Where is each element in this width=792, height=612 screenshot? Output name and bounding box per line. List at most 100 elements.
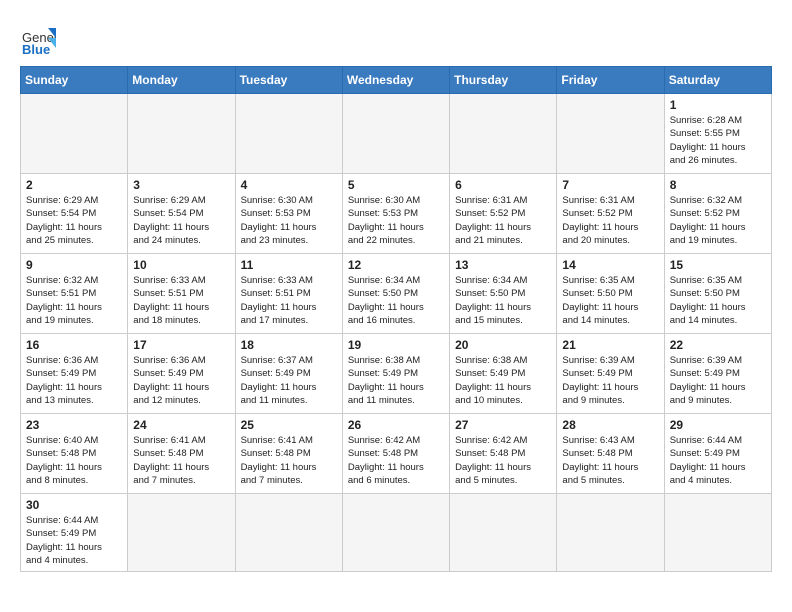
calendar-cell: 22 Sunrise: 6:39 AM Sunset: 5:49 PM Dayli… xyxy=(664,334,771,414)
calendar-cell: 15 Sunrise: 6:35 AM Sunset: 5:50 PM Dayli… xyxy=(664,254,771,334)
day-number: 25 xyxy=(241,418,337,432)
cell-info: Sunrise: 6:39 AM Sunset: 5:49 PM Dayligh… xyxy=(670,354,766,407)
day-number: 29 xyxy=(670,418,766,432)
day-number: 7 xyxy=(562,178,658,192)
calendar-cell: 11 Sunrise: 6:33 AM Sunset: 5:51 PM Dayli… xyxy=(235,254,342,334)
day-number: 15 xyxy=(670,258,766,272)
calendar-cell xyxy=(342,94,449,174)
day-number: 3 xyxy=(133,178,229,192)
cell-info: Sunrise: 6:37 AM Sunset: 5:49 PM Dayligh… xyxy=(241,354,337,407)
day-number: 11 xyxy=(241,258,337,272)
calendar-cell xyxy=(342,494,449,572)
calendar-cell: 27Sunrise: 6:42 AM Sunset: 5:48 PM Dayli… xyxy=(450,414,557,494)
calendar-cell: 25 Sunrise: 6:41 AM Sunset: 5:48 PM Dayli… xyxy=(235,414,342,494)
calendar-cell: 23Sunrise: 6:40 AM Sunset: 5:48 PM Dayli… xyxy=(21,414,128,494)
cell-info: Sunrise: 6:31 AM Sunset: 5:52 PM Dayligh… xyxy=(455,194,551,247)
week-row-5: 30 Sunrise: 6:44 AM Sunset: 5:49 PM Dayli… xyxy=(21,494,772,572)
cell-info: Sunrise: 6:44 AM Sunset: 5:49 PM Dayligh… xyxy=(670,434,766,487)
cell-info: Sunrise: 6:41 AM Sunset: 5:48 PM Dayligh… xyxy=(241,434,337,487)
day-header-thursday: Thursday xyxy=(450,67,557,94)
calendar-cell: 26Sunrise: 6:42 AM Sunset: 5:48 PM Dayli… xyxy=(342,414,449,494)
cell-info: Sunrise: 6:34 AM Sunset: 5:50 PM Dayligh… xyxy=(348,274,444,327)
day-number: 5 xyxy=(348,178,444,192)
cell-info: Sunrise: 6:32 AM Sunset: 5:52 PM Dayligh… xyxy=(670,194,766,247)
calendar-cell: 17 Sunrise: 6:36 AM Sunset: 5:49 PM Dayli… xyxy=(128,334,235,414)
calendar-header: SundayMondayTuesdayWednesdayThursdayFrid… xyxy=(21,67,772,94)
cell-info: Sunrise: 6:33 AM Sunset: 5:51 PM Dayligh… xyxy=(241,274,337,327)
cell-info: Sunrise: 6:30 AM Sunset: 5:53 PM Dayligh… xyxy=(241,194,337,247)
cell-info: Sunrise: 6:29 AM Sunset: 5:54 PM Dayligh… xyxy=(26,194,122,247)
cell-info: Sunrise: 6:34 AM Sunset: 5:50 PM Dayligh… xyxy=(455,274,551,327)
calendar-cell: 12 Sunrise: 6:34 AM Sunset: 5:50 PM Dayli… xyxy=(342,254,449,334)
calendar-body: 1 Sunrise: 6:28 AM Sunset: 5:55 PM Daylig… xyxy=(21,94,772,572)
header-row: SundayMondayTuesdayWednesdayThursdayFrid… xyxy=(21,67,772,94)
calendar-cell: 13 Sunrise: 6:34 AM Sunset: 5:50 PM Dayli… xyxy=(450,254,557,334)
day-number: 12 xyxy=(348,258,444,272)
page-header: General Blue xyxy=(20,20,772,56)
logo: General Blue xyxy=(20,20,62,56)
cell-info: Sunrise: 6:29 AM Sunset: 5:54 PM Dayligh… xyxy=(133,194,229,247)
day-number: 2 xyxy=(26,178,122,192)
day-number: 1 xyxy=(670,98,766,112)
cell-info: Sunrise: 6:28 AM Sunset: 5:55 PM Dayligh… xyxy=(670,114,766,167)
calendar-cell xyxy=(235,94,342,174)
day-number: 6 xyxy=(455,178,551,192)
calendar-cell: 1 Sunrise: 6:28 AM Sunset: 5:55 PM Daylig… xyxy=(664,94,771,174)
week-row-1: 2 Sunrise: 6:29 AM Sunset: 5:54 PM Daylig… xyxy=(21,174,772,254)
calendar-cell xyxy=(557,94,664,174)
calendar-cell: 3 Sunrise: 6:29 AM Sunset: 5:54 PM Daylig… xyxy=(128,174,235,254)
cell-info: Sunrise: 6:36 AM Sunset: 5:49 PM Dayligh… xyxy=(133,354,229,407)
day-number: 14 xyxy=(562,258,658,272)
cell-info: Sunrise: 6:41 AM Sunset: 5:48 PM Dayligh… xyxy=(133,434,229,487)
day-number: 17 xyxy=(133,338,229,352)
logo-icon: General Blue xyxy=(20,20,56,56)
day-number: 10 xyxy=(133,258,229,272)
cell-info: Sunrise: 6:35 AM Sunset: 5:50 PM Dayligh… xyxy=(670,274,766,327)
calendar-cell xyxy=(557,494,664,572)
day-number: 26 xyxy=(348,418,444,432)
day-number: 18 xyxy=(241,338,337,352)
day-number: 13 xyxy=(455,258,551,272)
calendar-cell xyxy=(450,494,557,572)
day-number: 24 xyxy=(133,418,229,432)
calendar-cell xyxy=(450,94,557,174)
day-number: 9 xyxy=(26,258,122,272)
calendar-cell: 20Sunrise: 6:38 AM Sunset: 5:49 PM Dayli… xyxy=(450,334,557,414)
day-number: 21 xyxy=(562,338,658,352)
calendar-cell xyxy=(128,94,235,174)
cell-info: Sunrise: 6:31 AM Sunset: 5:52 PM Dayligh… xyxy=(562,194,658,247)
calendar-cell: 24 Sunrise: 6:41 AM Sunset: 5:48 PM Dayli… xyxy=(128,414,235,494)
day-header-tuesday: Tuesday xyxy=(235,67,342,94)
calendar-cell: 30 Sunrise: 6:44 AM Sunset: 5:49 PM Dayli… xyxy=(21,494,128,572)
calendar-cell: 10 Sunrise: 6:33 AM Sunset: 5:51 PM Dayli… xyxy=(128,254,235,334)
svg-text:Blue: Blue xyxy=(22,42,50,56)
day-number: 28 xyxy=(562,418,658,432)
calendar-cell xyxy=(664,494,771,572)
day-number: 8 xyxy=(670,178,766,192)
calendar-cell: 21Sunrise: 6:39 AM Sunset: 5:49 PM Dayli… xyxy=(557,334,664,414)
calendar-cell: 14 Sunrise: 6:35 AM Sunset: 5:50 PM Dayli… xyxy=(557,254,664,334)
week-row-4: 23Sunrise: 6:40 AM Sunset: 5:48 PM Dayli… xyxy=(21,414,772,494)
day-number: 4 xyxy=(241,178,337,192)
day-header-sunday: Sunday xyxy=(21,67,128,94)
day-header-friday: Friday xyxy=(557,67,664,94)
calendar-table: SundayMondayTuesdayWednesdayThursdayFrid… xyxy=(20,66,772,572)
day-number: 16 xyxy=(26,338,122,352)
week-row-0: 1 Sunrise: 6:28 AM Sunset: 5:55 PM Daylig… xyxy=(21,94,772,174)
cell-info: Sunrise: 6:33 AM Sunset: 5:51 PM Dayligh… xyxy=(133,274,229,327)
day-number: 27 xyxy=(455,418,551,432)
day-number: 22 xyxy=(670,338,766,352)
calendar-cell: 16 Sunrise: 6:36 AM Sunset: 5:49 PM Dayli… xyxy=(21,334,128,414)
week-row-3: 16 Sunrise: 6:36 AM Sunset: 5:49 PM Dayli… xyxy=(21,334,772,414)
cell-info: Sunrise: 6:36 AM Sunset: 5:49 PM Dayligh… xyxy=(26,354,122,407)
day-number: 30 xyxy=(26,498,122,512)
cell-info: Sunrise: 6:38 AM Sunset: 5:49 PM Dayligh… xyxy=(455,354,551,407)
calendar-cell: 8 Sunrise: 6:32 AM Sunset: 5:52 PM Daylig… xyxy=(664,174,771,254)
week-row-2: 9Sunrise: 6:32 AM Sunset: 5:51 PM Daylig… xyxy=(21,254,772,334)
calendar-cell: 6 Sunrise: 6:31 AM Sunset: 5:52 PM Daylig… xyxy=(450,174,557,254)
cell-info: Sunrise: 6:44 AM Sunset: 5:49 PM Dayligh… xyxy=(26,514,122,567)
calendar-cell: 5Sunrise: 6:30 AM Sunset: 5:53 PM Daylig… xyxy=(342,174,449,254)
cell-info: Sunrise: 6:38 AM Sunset: 5:49 PM Dayligh… xyxy=(348,354,444,407)
calendar-cell xyxy=(21,94,128,174)
cell-info: Sunrise: 6:35 AM Sunset: 5:50 PM Dayligh… xyxy=(562,274,658,327)
